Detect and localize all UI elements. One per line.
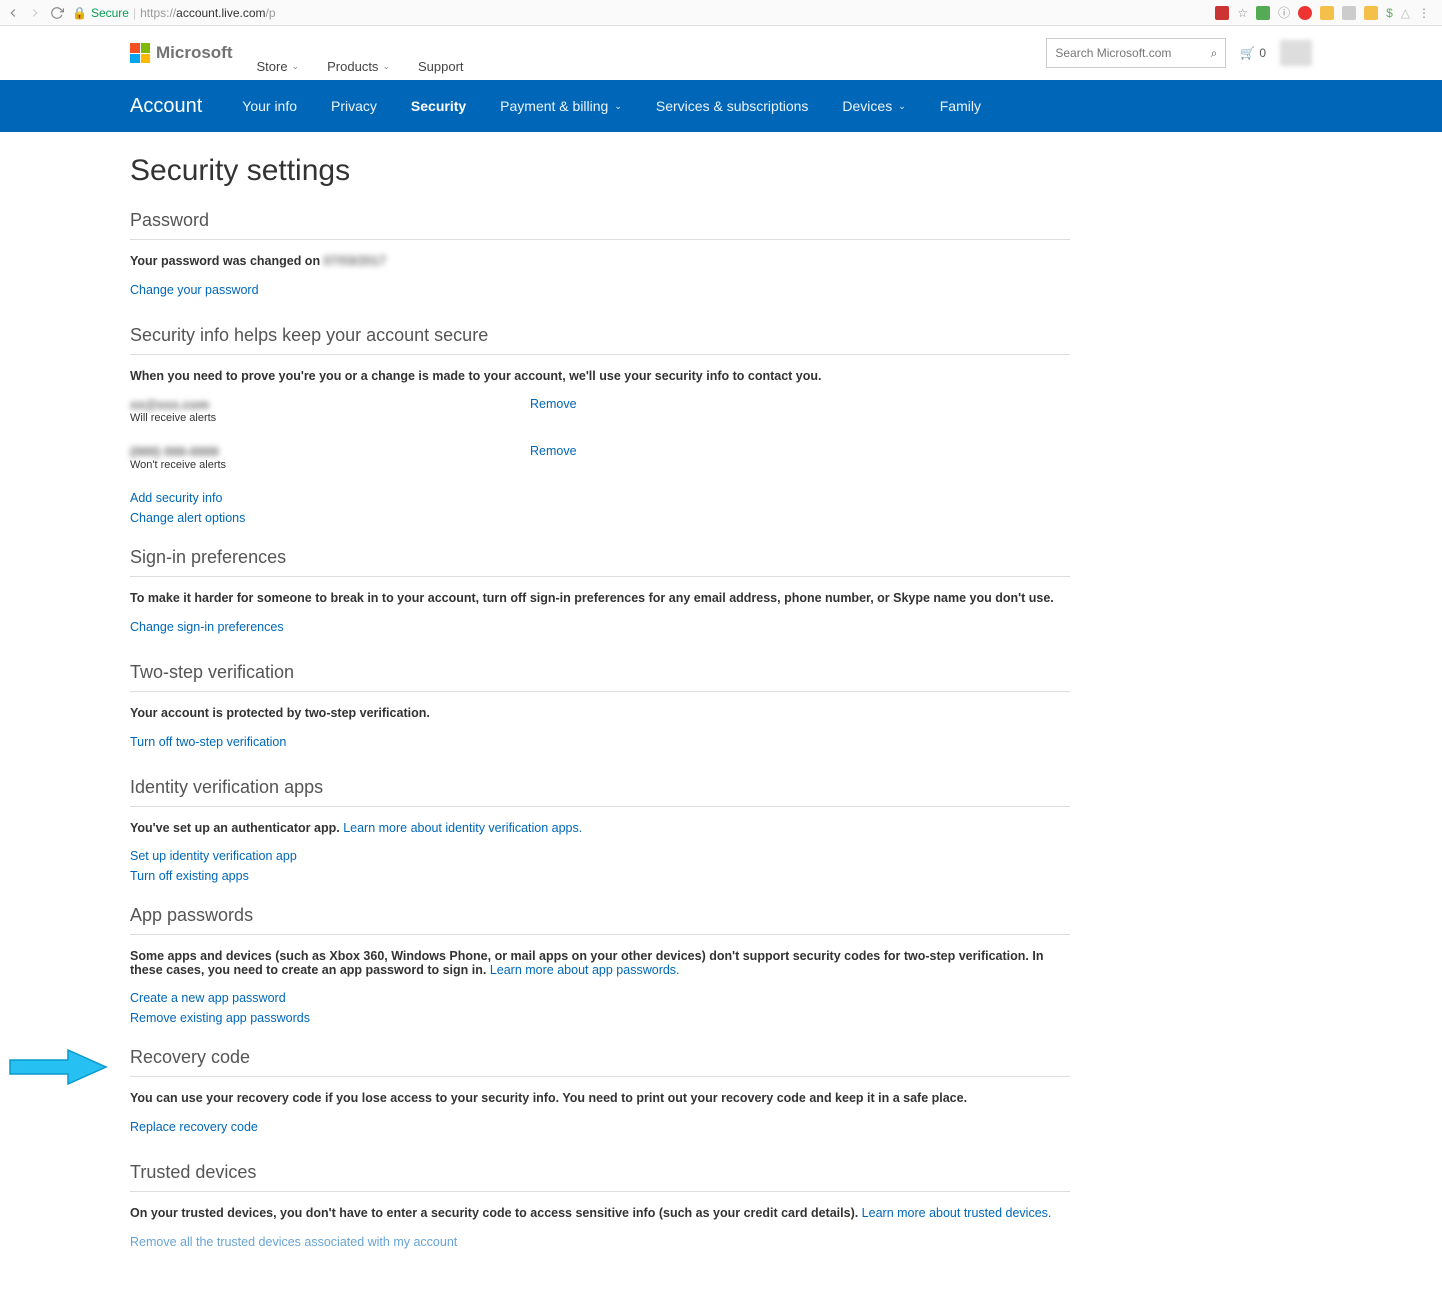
create-app-password-link[interactable]: Create a new app password bbox=[130, 991, 1070, 1005]
microsoft-logo-icon bbox=[130, 43, 150, 63]
recovery-desc: You can use your recovery code if you lo… bbox=[130, 1091, 1070, 1105]
ext-icon[interactable]: △ bbox=[1401, 6, 1410, 20]
change-signin-link[interactable]: Change sign-in preferences bbox=[130, 620, 284, 634]
turn-off-apps-link[interactable]: Turn off existing apps bbox=[130, 869, 1070, 883]
security-info-sub: Won't receive alerts bbox=[130, 459, 530, 471]
back-icon[interactable] bbox=[6, 6, 20, 20]
nav-privacy[interactable]: Privacy bbox=[331, 98, 377, 114]
section-trusted: Trusted devices On your trusted devices,… bbox=[130, 1162, 1070, 1255]
security-info-desc: When you need to prove you're you or a c… bbox=[130, 369, 1070, 383]
avatar[interactable] bbox=[1280, 40, 1312, 66]
top-nav: Store⌄ Products⌄ Support bbox=[257, 26, 464, 80]
trusted-desc: On your trusted devices, you don't have … bbox=[130, 1206, 1070, 1220]
setup-identity-link[interactable]: Set up identity verification app bbox=[130, 849, 1070, 863]
twostep-desc: Your account is protected by two-step ve… bbox=[130, 706, 1070, 720]
nav-services[interactable]: Services & subscriptions bbox=[656, 98, 809, 114]
security-info-row: (000) 000-0000 Won't receive alerts Remo… bbox=[130, 444, 1070, 471]
heading-twostep: Two-step verification bbox=[130, 662, 1070, 692]
change-alert-options-link[interactable]: Change alert options bbox=[130, 511, 1070, 525]
heading-trusted: Trusted devices bbox=[130, 1162, 1070, 1192]
trusted-learn-link[interactable]: Learn more about trusted devices. bbox=[862, 1206, 1052, 1220]
annotation-arrow-icon bbox=[8, 1048, 108, 1086]
ext-icon[interactable] bbox=[1298, 6, 1312, 20]
heading-identity: Identity verification apps bbox=[130, 777, 1070, 807]
security-info-value: (000) 000-0000 bbox=[130, 444, 530, 459]
section-password: Password Your password was changed on 07… bbox=[130, 210, 1070, 303]
nav-security[interactable]: Security bbox=[411, 98, 466, 114]
nav-products[interactable]: Products⌄ bbox=[327, 59, 390, 74]
security-info-row: xx@xxx.com Will receive alerts Remove bbox=[130, 397, 1070, 424]
account-brand[interactable]: Account bbox=[130, 95, 202, 118]
forward-icon bbox=[28, 6, 42, 20]
section-security-info: Security info helps keep your account se… bbox=[130, 325, 1070, 525]
section-app-passwords: App passwords Some apps and devices (suc… bbox=[130, 905, 1070, 1025]
remove-security-info-link[interactable]: Remove bbox=[530, 397, 577, 418]
add-security-info-link[interactable]: Add security info bbox=[130, 491, 1070, 505]
remove-trusted-link[interactable]: Remove all the trusted devices associate… bbox=[130, 1235, 457, 1249]
chevron-down-icon: ⌄ bbox=[898, 101, 906, 112]
chevron-down-icon: ⌄ bbox=[614, 101, 622, 112]
cart-count: 0 bbox=[1259, 46, 1266, 60]
microsoft-logo-text: Microsoft bbox=[156, 43, 233, 63]
remove-app-passwords-link[interactable]: Remove existing app passwords bbox=[130, 1011, 1070, 1025]
reload-icon[interactable] bbox=[50, 6, 64, 20]
app-passwords-learn-link[interactable]: Learn more about app passwords. bbox=[490, 963, 680, 977]
page-title: Security settings bbox=[130, 154, 1070, 188]
identity-desc: You've set up an authenticator app. Lear… bbox=[130, 821, 1070, 835]
account-nav: Account Your info Privacy Security Payme… bbox=[0, 80, 1442, 132]
signin-desc: To make it harder for someone to break i… bbox=[130, 591, 1070, 605]
bottom-fade bbox=[0, 1265, 1442, 1285]
section-recovery: Recovery code You can use your recovery … bbox=[130, 1047, 1070, 1140]
section-twostep: Two-step verification Your account is pr… bbox=[130, 662, 1070, 755]
extension-icons: ☆ ⓘ $ △ ⋮ bbox=[1215, 4, 1430, 21]
password-changed-text: Your password was changed on 07/03/2017 bbox=[130, 254, 1070, 268]
nav-payment[interactable]: Payment & billing⌄ bbox=[500, 98, 622, 114]
address-bar[interactable]: 🔒 Secure | https://account.live.com/p bbox=[72, 6, 1215, 20]
heading-security-info: Security info helps keep your account se… bbox=[130, 325, 1070, 355]
ext-icon[interactable] bbox=[1256, 6, 1270, 20]
star-icon[interactable]: ☆ bbox=[1237, 6, 1248, 20]
ext-icon[interactable]: $ bbox=[1386, 6, 1393, 20]
heading-recovery: Recovery code bbox=[130, 1047, 1070, 1077]
chevron-down-icon: ⌄ bbox=[382, 61, 390, 72]
cart-icon: 🛒 bbox=[1240, 46, 1255, 60]
search-input[interactable]: Search Microsoft.com ⌕ bbox=[1046, 38, 1226, 68]
content: Security settings Password Your password… bbox=[0, 132, 1200, 1285]
browser-toolbar: 🔒 Secure | https://account.live.com/p ☆ … bbox=[0, 0, 1442, 26]
nav-family[interactable]: Family bbox=[940, 98, 981, 114]
change-password-link[interactable]: Change your password bbox=[130, 283, 259, 297]
nav-store[interactable]: Store⌄ bbox=[257, 59, 300, 74]
nav-your-info[interactable]: Your info bbox=[242, 98, 297, 114]
info-icon[interactable]: ⓘ bbox=[1278, 4, 1290, 21]
heading-signin: Sign-in preferences bbox=[130, 547, 1070, 577]
lock-icon: 🔒 bbox=[72, 6, 87, 20]
section-signin: Sign-in preferences To make it harder fo… bbox=[130, 547, 1070, 640]
ext-icon[interactable] bbox=[1320, 6, 1334, 20]
menu-icon[interactable]: ⋮ bbox=[1418, 6, 1430, 20]
identity-learn-link[interactable]: Learn more about identity verification a… bbox=[343, 821, 582, 835]
heading-password: Password bbox=[130, 210, 1070, 240]
security-info-value: xx@xxx.com bbox=[130, 397, 530, 412]
secure-label: Secure bbox=[91, 6, 129, 20]
replace-recovery-link[interactable]: Replace recovery code bbox=[130, 1120, 258, 1134]
app-passwords-desc: Some apps and devices (such as Xbox 360,… bbox=[130, 949, 1070, 977]
security-info-sub: Will receive alerts bbox=[130, 412, 530, 424]
ext-icon[interactable] bbox=[1215, 6, 1229, 20]
ext-icon[interactable] bbox=[1342, 6, 1356, 20]
nav-devices[interactable]: Devices⌄ bbox=[842, 98, 905, 114]
url-text: https://account.live.com/p bbox=[140, 6, 275, 20]
turn-off-twostep-link[interactable]: Turn off two-step verification bbox=[130, 735, 286, 749]
remove-security-info-link[interactable]: Remove bbox=[530, 444, 577, 465]
microsoft-logo[interactable]: Microsoft bbox=[130, 43, 233, 63]
search-icon[interactable]: ⌕ bbox=[1211, 46, 1218, 61]
nav-support[interactable]: Support bbox=[418, 59, 464, 74]
section-identity: Identity verification apps You've set up… bbox=[130, 777, 1070, 883]
cart-button[interactable]: 🛒 0 bbox=[1240, 46, 1266, 60]
search-placeholder: Search Microsoft.com bbox=[1055, 46, 1171, 60]
chevron-down-icon: ⌄ bbox=[292, 61, 300, 72]
ms-header: Microsoft Store⌄ Products⌄ Support Searc… bbox=[0, 26, 1442, 80]
heading-app-passwords: App passwords bbox=[130, 905, 1070, 935]
ext-icon[interactable] bbox=[1364, 6, 1378, 20]
